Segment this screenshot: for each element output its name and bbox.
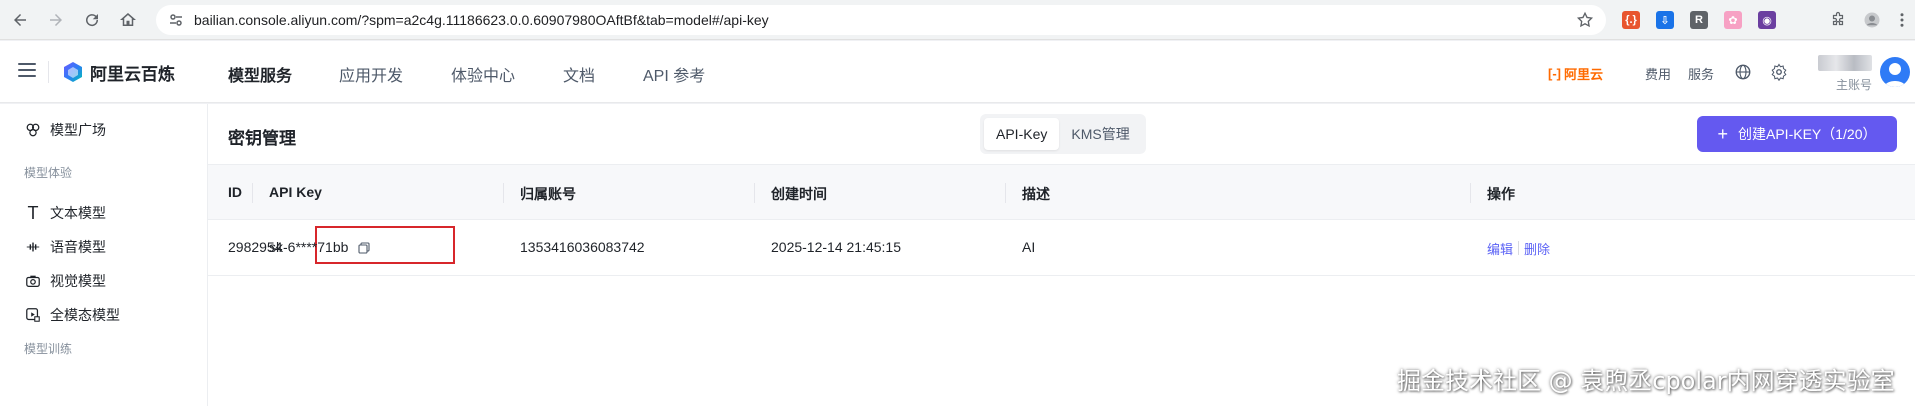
delete-link[interactable]: 删除 [1524, 239, 1550, 258]
column-header-actions: 操作 [1487, 186, 1515, 202]
key-type-tabs: API-Key KMS管理 [980, 114, 1146, 154]
app-header: 阿里云百炼 模型服务 应用开发 体验中心 文档 API 参考 [-] 阿里云 费… [0, 41, 1915, 103]
model-square-icon [24, 121, 42, 139]
sidebar-item-vision-model[interactable]: 视觉模型 [24, 269, 106, 293]
browser-menu-button[interactable] [1890, 8, 1914, 32]
cell-created: 2025-12-14 21:45:15 [771, 239, 901, 255]
sidebar-group-model-experience: 模型体验 [24, 166, 73, 180]
ext-r-icon[interactable]: R [1690, 11, 1708, 29]
ext-red-icon[interactable]: {.} [1622, 11, 1640, 29]
account-type-label: 主账号 [1836, 78, 1873, 92]
arrow-left-icon [14, 14, 26, 26]
address-bar[interactable]: bailian.console.aliyun.com/?spm=a2c4g.11… [156, 5, 1606, 35]
sidebar-item-label: 文本模型 [50, 205, 106, 221]
column-divider [1470, 183, 1471, 203]
column-divider [754, 183, 755, 203]
app-logo-text[interactable]: 阿里云百炼 [90, 60, 175, 85]
sidebar-item-audio-model[interactable]: 语音模型 [24, 235, 106, 259]
reload-icon [86, 14, 99, 27]
aliyun-brand[interactable]: [-] 阿里云 [1548, 64, 1603, 83]
bookmark-star-icon[interactable] [1576, 11, 1594, 29]
kebab-menu-icon [1900, 13, 1904, 27]
home-button[interactable] [116, 8, 140, 32]
column-header-desc: 描述 [1022, 186, 1050, 202]
language-globe-icon[interactable] [1734, 63, 1752, 81]
table-row: 2982954 sk-6****71bb 1353416036083742 20… [208, 220, 1915, 276]
column-divider [252, 183, 253, 203]
puzzle-icon [1832, 11, 1844, 26]
bailian-logo-icon [64, 62, 82, 82]
column-divider [503, 183, 504, 203]
sidebar-item-label: 语音模型 [50, 239, 106, 255]
sidebar-item-label: 全模态模型 [50, 307, 120, 323]
cell-api-key: sk-6****71bb [269, 239, 370, 255]
topnav-docs[interactable]: 文档 [563, 62, 595, 86]
plus-icon: + [1717, 124, 1728, 144]
reload-button[interactable] [80, 8, 104, 32]
topnav-experience-center[interactable]: 体验中心 [451, 62, 515, 86]
sidebar-group-model-training: 模型训练 [24, 342, 73, 356]
hamburger-menu-icon[interactable] [18, 63, 36, 77]
sidebar-item-text-model[interactable]: T 文本模型 [24, 201, 107, 225]
create-api-key-button[interactable]: + 创建API-KEY（1/20） [1697, 116, 1897, 152]
aliyun-brand-text: 阿里云 [1564, 67, 1604, 82]
edit-link[interactable]: 编辑 [1487, 239, 1513, 258]
column-header-api-key: API Key [269, 184, 322, 200]
sidebar-item-label: 视觉模型 [50, 273, 106, 289]
page-title: 密钥管理 [228, 129, 296, 148]
audio-icon [24, 238, 42, 256]
column-divider [1005, 183, 1006, 203]
sidebar-item-omni-model[interactable]: 全模态模型 [24, 303, 120, 327]
browser-toolbar: bailian.console.aliyun.com/?spm=a2c4g.11… [0, 0, 1915, 40]
topnav-model-service[interactable]: 模型服务 [228, 62, 292, 86]
account-name-blurred [1818, 55, 1872, 71]
ext-pink-icon[interactable]: ✿ [1724, 11, 1742, 29]
sidebar-item-model-square[interactable]: 模型广场 [24, 118, 106, 142]
forward-button[interactable] [44, 8, 68, 32]
tab-api-key[interactable]: API-Key [984, 118, 1060, 150]
profile-button[interactable] [1860, 8, 1884, 32]
api-key-value: sk-6****71bb [269, 239, 349, 255]
extensions-button[interactable] [1826, 8, 1850, 32]
site-info-icon[interactable] [168, 12, 184, 28]
billing-link[interactable]: 费用 [1645, 64, 1671, 83]
table-header: ID API Key 归属账号 创建时间 描述 操作 [208, 164, 1915, 220]
ext-purple-icon[interactable]: ◉ [1758, 11, 1776, 29]
home-icon [120, 13, 136, 26]
omni-icon [24, 306, 42, 324]
header-divider [48, 61, 49, 83]
copy-icon[interactable] [358, 242, 370, 254]
action-divider [1518, 241, 1519, 255]
sidebar-item-label: 模型广场 [50, 122, 106, 138]
ext-download-icon[interactable]: ⇩ [1656, 11, 1674, 29]
column-header-account: 归属账号 [520, 186, 576, 202]
watermark-text: 掘金技术社区 @ 袁煦丞cpolar内网穿透实验室 [1397, 367, 1895, 395]
camera-icon [24, 272, 42, 290]
service-link[interactable]: 服务 [1688, 64, 1714, 83]
text-icon: T [27, 202, 39, 223]
user-avatar-icon [1884, 63, 1906, 87]
user-avatar[interactable] [1880, 57, 1910, 87]
sidebar: 模型广场 模型体验 T 文本模型 语音模型 视觉模型 全模态模型 模型训练 [0, 104, 208, 406]
topnav-api-reference[interactable]: API 参考 [643, 62, 705, 86]
url-text[interactable]: bailian.console.aliyun.com/?spm=a2c4g.11… [194, 12, 769, 28]
aliyun-logo-icon: [-] [1548, 66, 1561, 81]
column-header-id: ID [228, 184, 242, 200]
topnav-app-dev[interactable]: 应用开发 [339, 62, 403, 86]
back-button[interactable] [8, 8, 32, 32]
settings-gear-icon[interactable] [1770, 63, 1788, 81]
create-api-key-label: 创建API-KEY（1/20） [1738, 126, 1877, 142]
column-header-created: 创建时间 [771, 186, 827, 202]
tab-kms[interactable]: KMS管理 [1059, 118, 1141, 150]
cell-account: 1353416036083742 [520, 239, 645, 255]
arrow-right-icon [50, 14, 62, 26]
cell-desc: AI [1022, 239, 1036, 255]
profile-avatar-icon [1864, 12, 1880, 28]
